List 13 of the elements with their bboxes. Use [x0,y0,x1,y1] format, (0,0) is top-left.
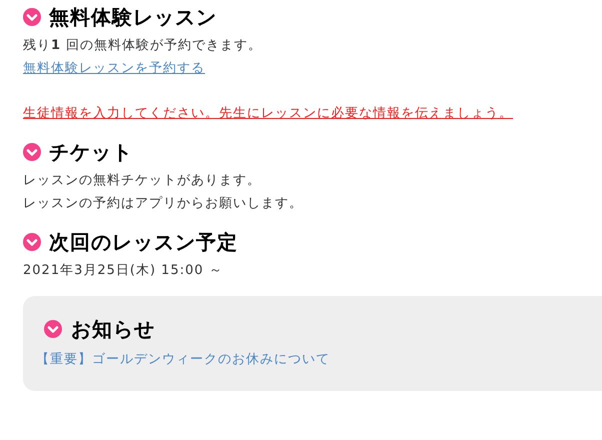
section-heading: 無料体験レッスン [49,4,217,31]
chevron-down-icon [23,233,41,251]
chevron-down-icon [23,143,41,161]
body-text: 2021年3月25日(木) 15:00 ～ [23,262,223,280]
notice-heading: お知らせ [71,316,155,343]
notice-link[interactable]: 【重要】ゴールデンウィークのお休みについて [36,348,330,371]
body-text: レッスンの予約はアプリからお願いします。 [23,195,303,213]
section-heading: 次回のレッスン予定 [49,229,238,256]
reserve-link[interactable]: 無料体験レッスンを予約する [23,57,205,80]
chevron-down-icon [23,8,41,26]
section-heading: チケット [49,139,133,166]
body-text: レッスンの無料チケットがあります。 [23,172,261,190]
chevron-down-icon [44,320,62,338]
